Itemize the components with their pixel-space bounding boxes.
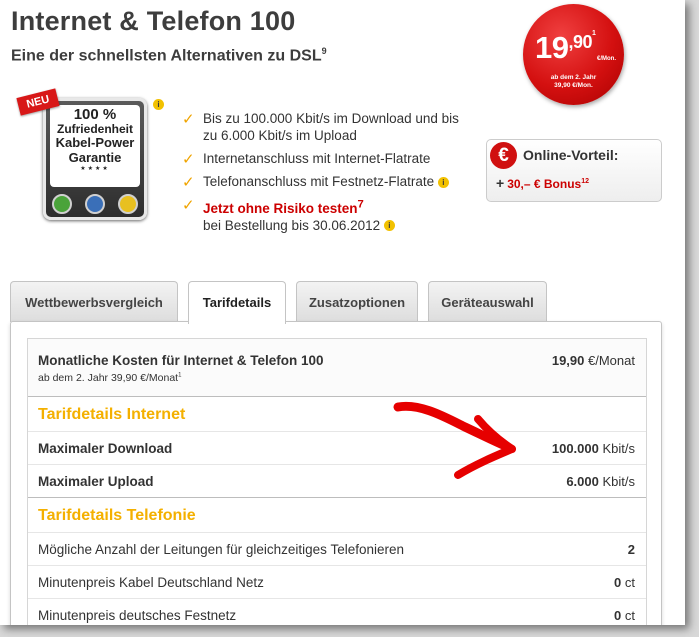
monthly-cost-unit: €/Monat (588, 353, 635, 368)
tab-wettbewerbsvergleich[interactable]: Wettbewerbsvergleich (10, 281, 178, 322)
feature-text: Bis zu 100.000 Kbit/s im Download und bi… (203, 111, 459, 143)
info-icon[interactable]: i (437, 176, 449, 188)
row-number: 6.000 (566, 474, 599, 489)
row-value: 0 ct (614, 575, 635, 590)
badge-icons (52, 194, 138, 214)
row-value: 2 (628, 542, 635, 557)
section-heading-telefonie: Tarifdetails Telefonie (28, 498, 646, 533)
price-cents: ,90 (568, 32, 593, 52)
badge-line1: 100 % (73, 106, 117, 123)
row-number: 2 (627, 542, 635, 557)
bonus-text: 30,– € Bonus (507, 177, 582, 191)
plus-icon: + (496, 175, 505, 191)
badge-line3: Kabel-Power (55, 135, 135, 150)
tv-icon (85, 194, 105, 214)
row-label: Minutenpreis Kabel Deutschland Netz (38, 575, 264, 590)
euro-icon: € (490, 142, 517, 169)
price-badge: 19,901 €/Mon. ab dem 2. Jahr 39,90 €/Mon… (523, 4, 624, 105)
monthly-cost-footnote: 1 (178, 372, 182, 379)
price-note: ab dem 2. Jahr 39,90 €/Mon. (523, 74, 624, 90)
feature-item: ✓ Bis zu 100.000 Kbit/s im Download und … (182, 110, 472, 144)
price-euros: 19 (535, 30, 569, 65)
price-note-line2: 39,90 €/Mon. (554, 82, 593, 89)
table-row: Minutenpreis deutsches Festnetz 0 ct (28, 599, 646, 625)
subtitle-text: Eine der schnellsten Alternativen zu DSL (11, 47, 322, 65)
table-row: Maximaler Upload 6.000 Kbit/s (28, 465, 646, 498)
tab-tarifdetails[interactable]: Tarifdetails (188, 281, 286, 324)
row-label: Maximaler Download (38, 441, 173, 456)
row-unit: ct (624, 608, 635, 623)
row-value: 6.000 Kbit/s (566, 474, 635, 489)
row-label: Minutenpreis deutsches Festnetz (38, 608, 237, 623)
price-note-line1: ab dem 2. Jahr (550, 74, 597, 81)
check-icon: ✓ (182, 151, 195, 168)
internet-heading: Tarifdetails Internet (38, 406, 186, 423)
monthly-cost-title: Monatliche Kosten für Internet & Telefon… (38, 353, 324, 368)
promo-link[interactable]: Jetzt ohne Risiko testen7 (203, 198, 364, 216)
monthly-cost-sub: ab dem 2. Jahr 39,90 €/Monat1 (38, 372, 181, 384)
tariff-table: Monatliche Kosten für Internet & Telefon… (27, 338, 647, 625)
row-value: 100.000 Kbit/s (552, 441, 635, 456)
check-icon: ✓ (182, 197, 195, 214)
bonus-footnote: 12 (581, 178, 590, 185)
price-amount: 19,901 (535, 30, 596, 66)
monthly-cost-row: Monatliche Kosten für Internet & Telefon… (28, 339, 646, 397)
row-label: Mögliche Anzahl der Leitungen für gleich… (38, 542, 404, 557)
badge-line4: Garantie (68, 150, 122, 165)
table-row: Minutenpreis Kabel Deutschland Netz 0 ct (28, 566, 646, 599)
subtitle-footnote: 9 (321, 46, 327, 56)
row-number: 0 (614, 608, 622, 623)
promo-footnote: 7 (357, 198, 364, 210)
feature-item: ✓ Jetzt ohne Risiko testen7 bei Bestellu… (182, 196, 472, 234)
price-unit: €/Mon. (597, 56, 616, 62)
phone-icon (118, 194, 138, 214)
promo-text: Jetzt ohne Risiko testen (203, 200, 358, 216)
info-icon[interactable]: i (153, 99, 164, 110)
tab-zusatzoptionen[interactable]: Zusatzoptionen (296, 281, 418, 322)
badge-line2: Zufriedenheit (56, 122, 133, 136)
table-row: Mögliche Anzahl der Leitungen für gleich… (28, 533, 646, 566)
feature-text: bei Bestellung bis 30.06.2012 (203, 217, 381, 233)
check-icon: ✓ (182, 111, 195, 128)
row-value: 0 ct (614, 608, 635, 623)
online-advantage-box[interactable]: € Online-Vorteil: +30,– € Bonus12 (486, 139, 662, 202)
feature-text: Telefonanschluss mit Festnetz-Flatrate (203, 174, 435, 189)
row-number: 0 (614, 575, 622, 590)
monthly-cost-value: 19,90 €/Monat (552, 353, 635, 368)
section-heading-internet: Tarifdetails Internet (28, 397, 646, 432)
monthly-cost-sub-text: ab dem 2. Jahr 39,90 €/Monat (38, 372, 179, 384)
table-row: Maximaler Download 100.000 Kbit/s (28, 432, 646, 465)
online-advantage-title: Online-Vorteil: (523, 147, 619, 163)
row-unit: Kbit/s (602, 474, 635, 489)
row-number: 100.000 (551, 441, 599, 456)
info-icon[interactable]: i (383, 220, 395, 232)
product-subtitle: Eine der schnellsten Alternativen zu DSL… (11, 46, 327, 65)
badge-stars: ★★★★ (80, 166, 110, 172)
page-frame: Internet & Telefon 100 Eine der schnells… (0, 0, 685, 625)
price-footnote: 1 (592, 30, 596, 37)
online-bonus: +30,– € Bonus12 (496, 175, 589, 191)
row-label: Maximaler Upload (38, 474, 154, 489)
check-icon: ✓ (182, 174, 195, 191)
monthly-cost-amount: 19,90 (551, 353, 585, 368)
row-unit: ct (624, 575, 635, 590)
feature-item: ✓ Internetanschluss mit Internet-Flatrat… (182, 150, 472, 168)
feature-item: ✓ Telefonanschluss mit Festnetz-Flatrate… (182, 173, 472, 191)
tariff-details-panel: Monatliche Kosten für Internet & Telefon… (10, 321, 662, 625)
tab-geraeteauswahl[interactable]: Geräteauswahl (428, 281, 547, 322)
feature-list: ✓ Bis zu 100.000 Kbit/s im Download und … (182, 110, 472, 240)
product-title: Internet & Telefon 100 (11, 6, 296, 36)
feature-text: Internetanschluss mit Internet-Flatrate (203, 151, 431, 166)
guarantee-badge-panel: 100 % Zufriedenheit Kabel-Power Garantie… (50, 105, 140, 187)
internet-icon (52, 194, 72, 214)
guarantee-badge: 100 % Zufriedenheit Kabel-Power Garantie… (43, 98, 147, 220)
row-unit: Kbit/s (602, 441, 635, 456)
telefonie-heading: Tarifdetails Telefonie (38, 507, 196, 524)
